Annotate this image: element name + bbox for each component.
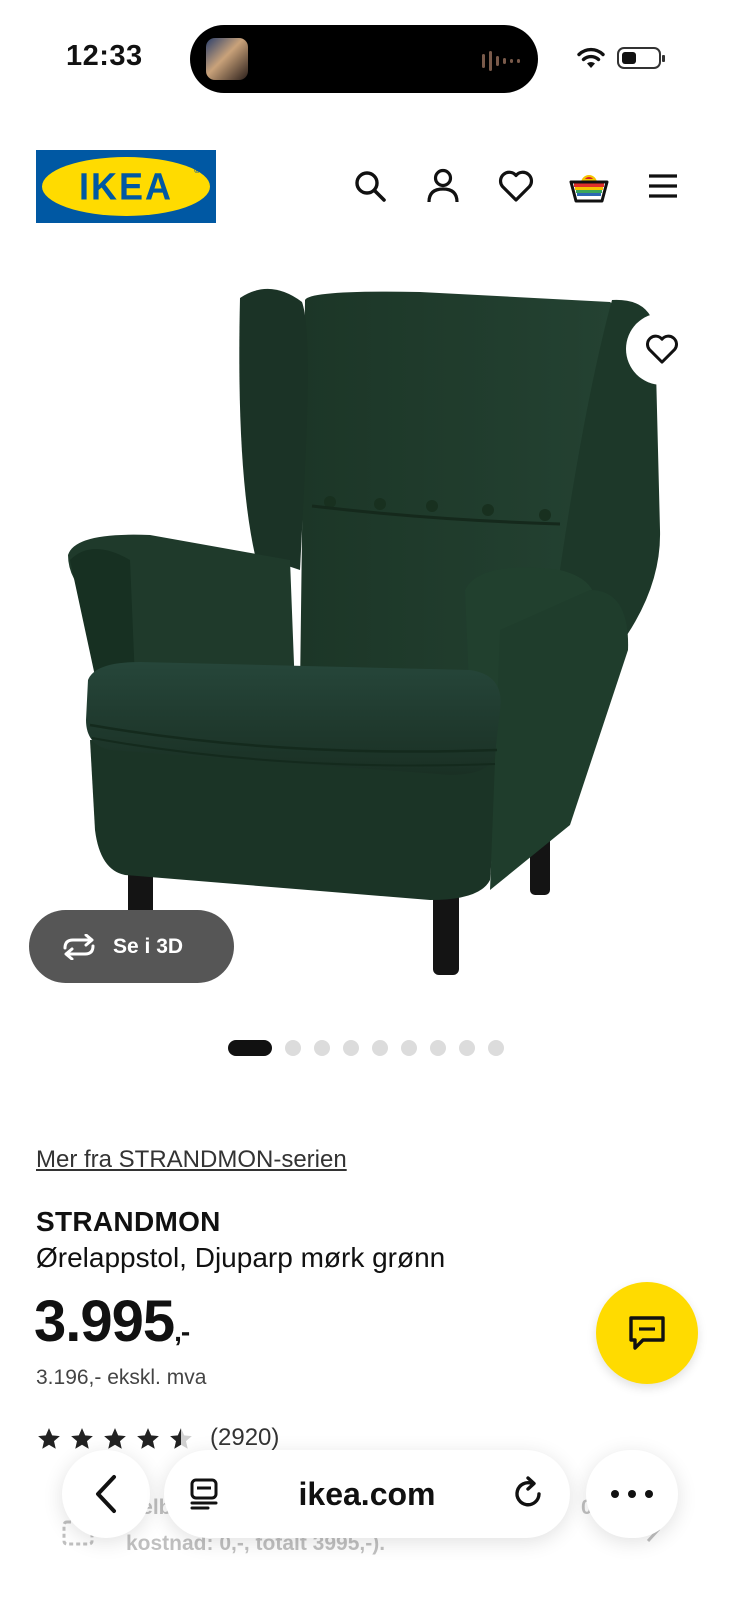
pagination-dot[interactable] <box>488 1040 504 1056</box>
wishlist-heart-icon[interactable] <box>496 166 536 206</box>
dynamic-island[interactable] <box>190 25 538 93</box>
chat-button[interactable] <box>596 1282 698 1384</box>
pagination-dot[interactable] <box>372 1040 388 1056</box>
battery-icon <box>617 47 665 69</box>
pagination-dot[interactable] <box>459 1040 475 1056</box>
status-time: 12:33 <box>66 40 143 72</box>
rating-stars[interactable] <box>36 1426 194 1452</box>
pagination-dot[interactable] <box>314 1040 330 1056</box>
chat-bubble-icon <box>629 1316 665 1350</box>
product-name: STRANDMON <box>36 1206 221 1237</box>
account-icon[interactable] <box>423 166 463 206</box>
browser-url[interactable]: ikea.com <box>299 1476 436 1513</box>
pagination-dot[interactable] <box>401 1040 417 1056</box>
chevron-left-icon <box>96 1475 116 1513</box>
image-pagination[interactable] <box>228 1040 504 1056</box>
tabs-icon <box>190 1478 218 1510</box>
rotate-3d-icon <box>63 933 95 960</box>
heart-icon <box>646 334 678 364</box>
search-icon[interactable] <box>350 166 390 206</box>
star-icon <box>137 1428 159 1449</box>
price-suffix: ,- <box>174 1316 190 1347</box>
more-dots-icon <box>611 1490 653 1498</box>
star-icon <box>104 1428 126 1449</box>
browser-back-button[interactable] <box>62 1450 150 1538</box>
series-link[interactable]: Mer fra STRANDMON-serien <box>36 1146 347 1174</box>
wifi-icon <box>576 46 606 75</box>
star-icon <box>170 1428 192 1449</box>
logo-text: IKEA <box>78 164 173 208</box>
menu-icon[interactable] <box>643 166 683 206</box>
logo-registered-mark: ® <box>194 166 200 175</box>
browser-more-button[interactable] <box>586 1450 678 1538</box>
shopping-basket-icon[interactable] <box>569 166 609 206</box>
reload-icon[interactable] <box>512 1476 546 1512</box>
pagination-dot[interactable] <box>343 1040 359 1056</box>
pagination-dot[interactable] <box>285 1040 301 1056</box>
price-excl-vat: 3.196,- ekskl. mva <box>36 1366 207 1389</box>
see-in-3d-label: Se i 3D <box>113 934 184 958</box>
price-value: 3.995 <box>34 1289 175 1354</box>
favorite-button[interactable] <box>626 313 698 385</box>
see-in-3d-button[interactable]: Se i 3D <box>29 910 234 983</box>
rating-count[interactable]: (2920) <box>210 1424 279 1452</box>
star-icon <box>71 1428 93 1449</box>
browser-address-bar[interactable]: ikea.com <box>164 1450 570 1538</box>
product-image[interactable] <box>0 270 736 1010</box>
product-price: 3.995,- <box>34 1288 190 1355</box>
product-description: Ørelappstol, Djuparp mørk grønn <box>36 1242 446 1273</box>
ikea-logo[interactable]: IKEA ® <box>36 150 216 223</box>
now-playing-art-icon <box>206 38 248 80</box>
pagination-dot[interactable] <box>228 1040 272 1056</box>
star-icon <box>38 1428 60 1449</box>
audio-waveform-icon <box>482 51 520 71</box>
pagination-dot[interactable] <box>430 1040 446 1056</box>
